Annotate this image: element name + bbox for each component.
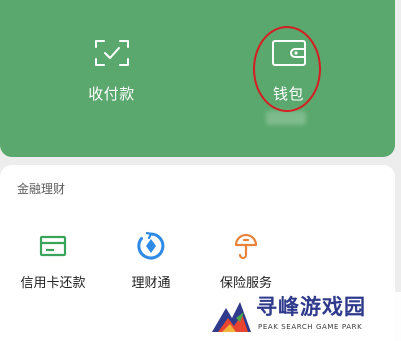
insurance-service-label: 保险服务 bbox=[219, 276, 272, 291]
insurance-icon bbox=[234, 233, 258, 260]
site-watermark: 寻峰游戏园 PEAK SEARCH GAME PARK bbox=[208, 292, 401, 341]
credit-card-repay-label: 信用卡还款 bbox=[20, 276, 86, 291]
payment-card: 收付款 钱包 bbox=[0, 0, 395, 157]
licaitong-icon bbox=[137, 231, 165, 260]
watermark-title: 寻峰游戏园 bbox=[256, 295, 366, 319]
watermark-subtitle: PEAK SEARCH GAME PARK bbox=[258, 323, 363, 331]
pay-receive-button[interactable]: 收付款 bbox=[13, 0, 210, 157]
scan-pay-icon bbox=[94, 40, 129, 66]
credit-card-icon bbox=[39, 235, 67, 257]
wallet-icon bbox=[271, 40, 306, 66]
wallet-label: 钱包 bbox=[272, 85, 304, 103]
pay-receive-label: 收付款 bbox=[88, 85, 135, 103]
wallet-label-blur bbox=[266, 111, 306, 125]
wechat-services-page: 收付款 钱包 金融理财 信用卡还款 理财通 保险服务 寻峰游戏园 PEAK SE… bbox=[0, 0, 401, 341]
credit-card-repay-button[interactable]: 信用卡还款 bbox=[12, 231, 94, 293]
insurance-service-button[interactable]: 保险服务 bbox=[210, 231, 282, 293]
licaitong-label: 理财通 bbox=[131, 276, 171, 291]
section-title: 金融理财 bbox=[17, 182, 66, 196]
licaitong-button[interactable]: 理财通 bbox=[118, 231, 184, 293]
wallet-button[interactable]: 钱包 bbox=[190, 0, 387, 157]
mountain-logo-icon bbox=[212, 302, 251, 332]
